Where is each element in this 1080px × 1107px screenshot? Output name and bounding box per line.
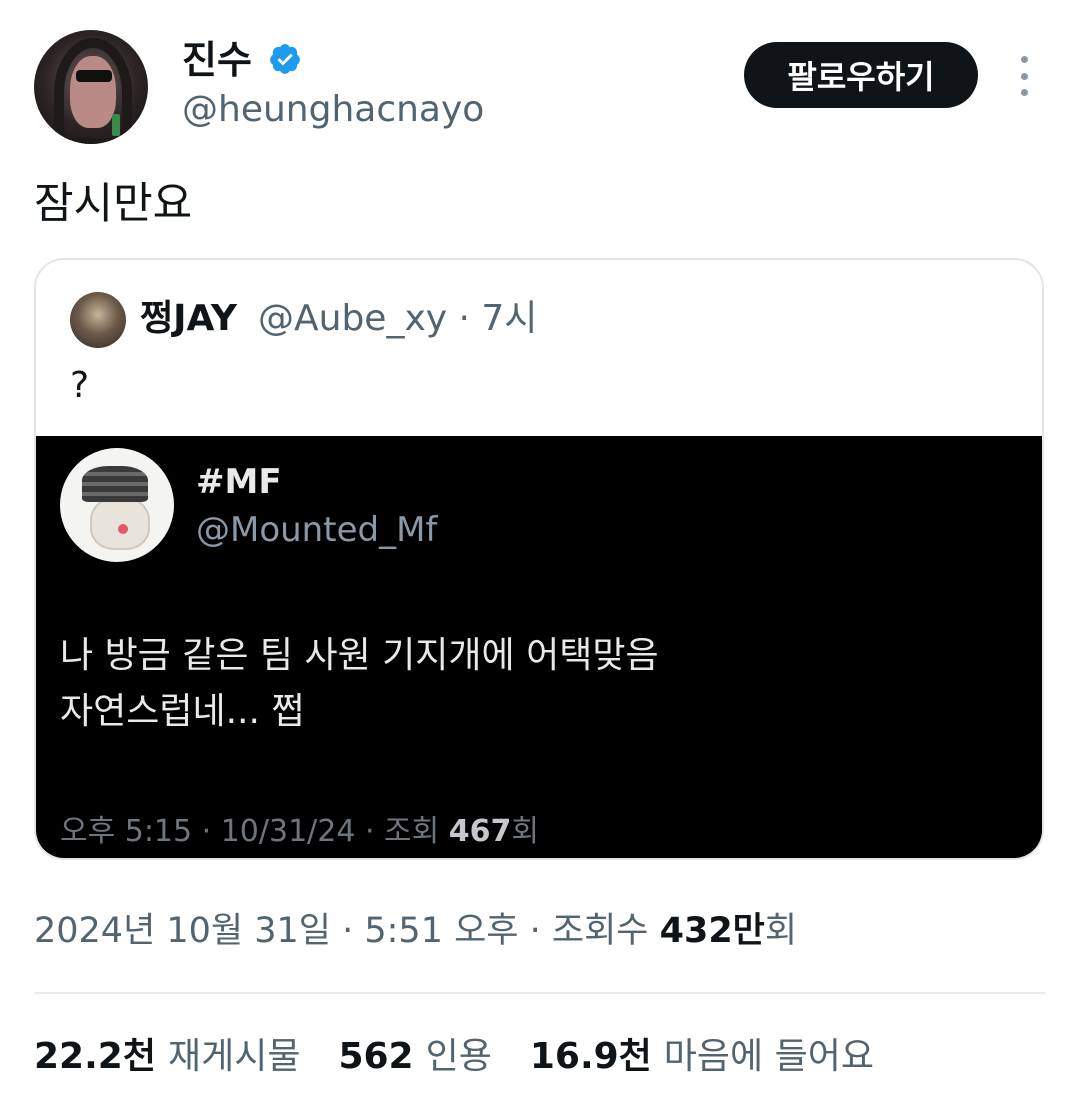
likes-stat[interactable]: 16.9천 마음에 들어요 — [530, 1034, 874, 1080]
media-tweet-meta: 오후 5:15 · 10/31/24 · 조회 467회 — [60, 812, 539, 852]
view-count: 432만 — [659, 911, 765, 951]
divider — [34, 992, 1046, 994]
likes-label: 마음에 들어요 — [663, 1036, 874, 1077]
media-author-avatar — [60, 448, 174, 562]
retweets-stat[interactable]: 22.2천 재게시물 — [34, 1034, 300, 1080]
quoted-time: · 7시 — [458, 298, 538, 339]
quotes-count: 562 — [338, 1036, 414, 1077]
media-meta-prefix: 오후 5:15 · 10/31/24 · 조회 — [60, 814, 449, 849]
quoted-author-name: 쩡JAY — [140, 298, 237, 339]
retweets-label: 재게시물 — [167, 1036, 301, 1077]
quotes-label: 인용 — [425, 1036, 492, 1077]
retweets-count: 22.2천 — [34, 1036, 156, 1077]
verified-badge-icon — [270, 44, 300, 74]
tweet-timestamp: 2024년 10월 31일 · 5:51 오후 · 조회수 432만회 — [34, 908, 797, 954]
author-name[interactable]: 진수 — [182, 38, 252, 82]
quoted-media-image[interactable]: #MF @Mounted_Mf 나 방금 같은 팀 사원 기지개에 어택맞음 자… — [36, 436, 1042, 858]
quoted-author-avatar[interactable] — [70, 292, 126, 348]
tweet-text: 잠시만요 — [34, 179, 193, 229]
media-author-name: #MF — [196, 462, 282, 502]
follow-button[interactable]: 팔로우하기 — [744, 42, 978, 108]
view-count-suffix: 회 — [764, 911, 798, 951]
engagement-stats: 22.2천 재게시물 562 인용 16.9천 마음에 들어요 — [34, 1034, 874, 1080]
quoted-tweet-text: ? — [70, 365, 90, 406]
media-tweet-text: 나 방금 같은 팀 사원 기지개에 어택맞음 자연스럽네... 쩝 — [60, 635, 659, 732]
timestamp-text: 2024년 10월 31일 · 5:51 오후 · 조회수 — [34, 911, 660, 951]
quoted-author-handle: @Aube_xy — [258, 298, 448, 339]
quotes-stat[interactable]: 562 인용 — [338, 1034, 491, 1080]
likes-count: 16.9천 — [529, 1036, 652, 1077]
media-views: 467 — [448, 814, 512, 849]
media-author-handle: @Mounted_Mf — [196, 510, 438, 550]
quoted-author-meta: @Aube_xy · 7시 — [258, 296, 537, 342]
author-avatar[interactable] — [34, 30, 148, 144]
author-handle[interactable]: @heunghacnayo — [182, 88, 484, 132]
quoted-tweet-card[interactable]: 쩡JAY @Aube_xy · 7시 ? #MF @Mounted_Mf 나 방… — [34, 258, 1044, 860]
media-views-suffix: 회 — [511, 814, 540, 849]
more-vertical-icon[interactable] — [1012, 56, 1036, 96]
